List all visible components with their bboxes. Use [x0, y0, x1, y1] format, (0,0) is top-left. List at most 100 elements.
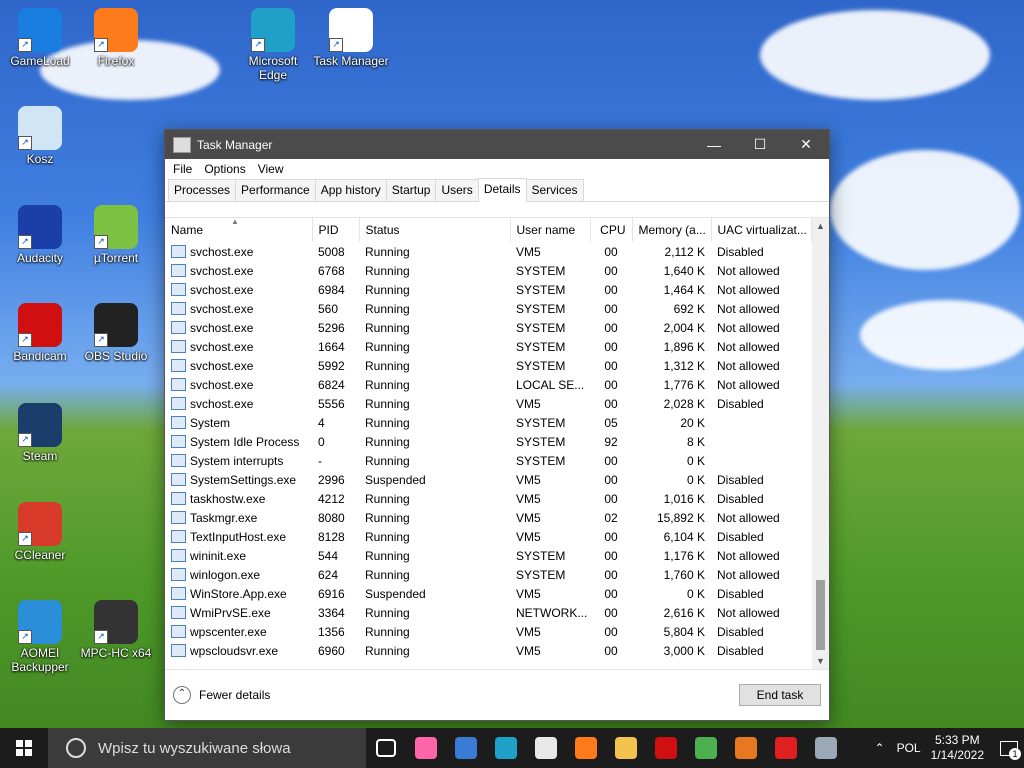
taskbar-task-view-button[interactable]: [366, 728, 406, 768]
chevron-up-icon[interactable]: ⌃: [875, 741, 885, 755]
table-cell: 00: [604, 301, 618, 316]
table-row[interactable]: WinStore.App.exe 6916 Suspended VM5 00 0 K Dis…: [165, 584, 811, 603]
taskbar-firefox-button[interactable]: [566, 728, 606, 768]
menu-options[interactable]: Options: [198, 162, 251, 176]
vertical-scrollbar[interactable]: ▲ ▼: [812, 218, 829, 670]
table-cell: 00: [604, 320, 618, 335]
desktop-icon[interactable]: ↗ Microsoft Edge: [233, 8, 313, 82]
end-task-button[interactable]: End task: [739, 684, 821, 706]
tab-processes[interactable]: Processes: [168, 179, 237, 201]
desktop-icon[interactable]: ↗ OBS Studio: [76, 303, 156, 363]
table-cell: Not allowed: [717, 605, 780, 620]
table-cell: VM5: [516, 624, 541, 639]
table-row[interactable]: wpscloudsvr.exe 6960 Running VM5 00 3,000 K Di…: [165, 641, 811, 660]
table-cell: 00: [604, 396, 618, 411]
table-row[interactable]: winlogon.exe 624 Running SYSTEM 00 1,760 K Not…: [165, 565, 811, 584]
table-cell: svchost.exe: [165, 375, 312, 394]
tab-services[interactable]: Services: [525, 179, 584, 201]
start-button[interactable]: [0, 728, 48, 768]
taskbar-mail-button[interactable]: [526, 728, 566, 768]
menu-file[interactable]: File: [167, 162, 198, 176]
desktop-icon[interactable]: ↗ Steam: [0, 403, 80, 463]
fewer-details-button[interactable]: ⌃ Fewer details: [173, 686, 270, 704]
tab-details[interactable]: Details: [477, 178, 527, 202]
desktop-icon[interactable]: ↗ AOMEI Backupper: [0, 600, 80, 674]
column-header-uac[interactable]: UAC virtualizat...: [711, 218, 812, 242]
table-row[interactable]: taskhostw.exe 4212 Running VM5 00 1,016 K Disa…: [165, 489, 811, 508]
tab-app-history[interactable]: App history: [314, 179, 387, 201]
column-header-status[interactable]: Status: [359, 218, 511, 242]
table-row[interactable]: svchost.exe 5992 Running SYSTEM 00 1,312 K Not…: [165, 356, 811, 375]
taskbar-chrome-button[interactable]: [686, 728, 726, 768]
fewer-details-label: Fewer details: [199, 688, 271, 702]
shortcut-arrow-icon: ↗: [18, 630, 32, 644]
table-cell: Not allowed: [717, 548, 780, 563]
scroll-up-icon[interactable]: ▲: [812, 218, 829, 235]
tab-performance[interactable]: Performance: [235, 179, 316, 201]
column-header-pid[interactable]: PID: [312, 218, 360, 242]
table-row[interactable]: TextInputHost.exe 8128 Running VM5 00 6,104 K…: [165, 527, 811, 546]
process-icon: [171, 339, 186, 353]
table-cell: Taskmgr.exe: [165, 508, 312, 527]
table-cell: 8128: [318, 529, 345, 544]
table-row[interactable]: System 4 Running SYSTEM 05 20 K: [165, 413, 811, 432]
table-row[interactable]: svchost.exe 6768 Running SYSTEM 00 1,640 K Not…: [165, 261, 811, 280]
table-row[interactable]: wpscenter.exe 1356 Running VM5 00 5,804 K Disa…: [165, 622, 811, 641]
process-icon: [171, 605, 186, 619]
table-row[interactable]: svchost.exe 560 Running SYSTEM 00 692 K Not al…: [165, 299, 811, 318]
column-header-user-name[interactable]: User name: [510, 218, 591, 242]
column-header-cpu[interactable]: CPU: [590, 218, 633, 242]
taskbar-task-manager-button[interactable]: [806, 728, 846, 768]
table-row[interactable]: svchost.exe 1664 Running SYSTEM 00 1,896 K Not…: [165, 337, 811, 356]
desktop-icon[interactable]: ↗ MPC-HC x64: [76, 600, 156, 660]
menu-view[interactable]: View: [252, 162, 290, 176]
table-row[interactable]: SystemSettings.exe 2996 Suspended VM5 00 0 K D…: [165, 470, 811, 489]
desktop-icon[interactable]: ↗ Audacity: [0, 205, 80, 265]
language-indicator[interactable]: POL: [897, 741, 921, 755]
desktop-icon[interactable]: ↗ Task Manager: [311, 8, 391, 68]
desktop-icon[interactable]: ↗ µTorrent: [76, 205, 156, 265]
table-row[interactable]: svchost.exe 5008 Running VM5 00 2,112 K Disabl…: [165, 242, 811, 261]
table-row[interactable]: WmiPrvSE.exe 3364 Running NETWORK... 00 2,616…: [165, 603, 811, 622]
taskbar-wps-button[interactable]: [766, 728, 806, 768]
process-icon: [171, 301, 186, 315]
task-manager-icon: [815, 737, 837, 759]
scrollbar-thumb[interactable]: [816, 580, 825, 650]
table-row[interactable]: System interrupts - Running SYSTEM 00 0 K: [165, 451, 811, 470]
desktop-icon[interactable]: ↗ GameLoad: [0, 8, 80, 68]
desktop-icon[interactable]: ↗ CCleaner: [0, 502, 80, 562]
scroll-down-icon[interactable]: ▼: [812, 653, 829, 670]
desktop-icon-label: Kosz: [26, 152, 54, 166]
desktop-icon[interactable]: ↗ Bandicam: [0, 303, 80, 363]
close-button[interactable]: ✕: [783, 130, 829, 159]
table-row[interactable]: svchost.exe 6824 Running LOCAL SE... 00 1,776…: [165, 375, 811, 394]
taskbar-store-button[interactable]: [446, 728, 486, 768]
search-box[interactable]: Wpisz tu wyszukiwane słowa: [48, 728, 366, 768]
notifications-button[interactable]: 1: [994, 728, 1024, 768]
desktop-icon[interactable]: ↗ Firefox: [76, 8, 156, 68]
taskbar-bandicam-button[interactable]: [646, 728, 686, 768]
table-row[interactable]: wininit.exe 544 Running SYSTEM 00 1,176 K Not …: [165, 546, 811, 565]
shortcut-arrow-icon: ↗: [18, 235, 32, 249]
minimize-button[interactable]: —: [691, 130, 737, 159]
tab-users[interactable]: Users: [435, 179, 479, 201]
desktop-icon[interactable]: ↗ Kosz: [0, 106, 80, 166]
table-row[interactable]: svchost.exe 5296 Running SYSTEM 00 2,004 K Not…: [165, 318, 811, 337]
title-bar[interactable]: Task Manager — ☐ ✕: [165, 130, 829, 159]
maximize-button[interactable]: ☐: [737, 130, 783, 159]
table-row[interactable]: svchost.exe 5556 Running VM5 00 2,028 K Disabl…: [165, 394, 811, 413]
taskbar-edge-button[interactable]: [486, 728, 526, 768]
table-row[interactable]: System Idle Process 0 Running SYSTEM 92 8 K: [165, 432, 811, 451]
taskbar-media-player-button[interactable]: [726, 728, 766, 768]
taskbar-osu-button[interactable]: [406, 728, 446, 768]
desktop-icon-label: Microsoft Edge: [248, 54, 298, 82]
table-row[interactable]: svchost.exe 6984 Running SYSTEM 00 1,464 K Not…: [165, 280, 811, 299]
column-header-name[interactable]: ▲ Name: [165, 218, 313, 242]
column-header-memory[interactable]: Memory (a...: [632, 218, 712, 242]
tab-startup[interactable]: Startup: [385, 179, 437, 201]
mail-icon: [535, 737, 557, 759]
taskbar-file-explorer-button[interactable]: [606, 728, 646, 768]
clock[interactable]: 5:33 PM 1/14/2022: [931, 733, 984, 763]
table-row[interactable]: Taskmgr.exe 8080 Running VM5 02 15,892 K Not a…: [165, 508, 811, 527]
firefox-icon: [575, 737, 597, 759]
